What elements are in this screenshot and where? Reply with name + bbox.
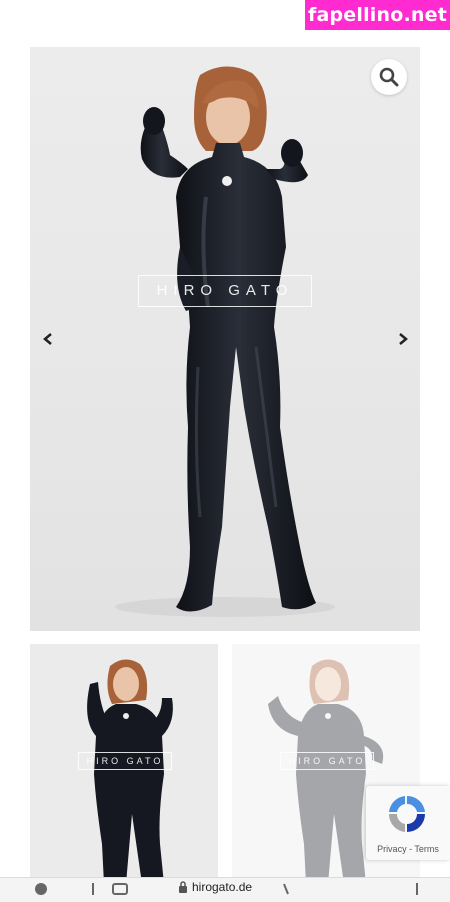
recaptcha-links: Privacy - Terms xyxy=(366,844,450,854)
url-field[interactable]: hirogato.de xyxy=(178,880,252,894)
page: fapellino.net HIRO GATO HIRO GATO HIRO G… xyxy=(0,0,450,902)
chevron-left-icon xyxy=(43,333,52,345)
url-text: hirogato.de xyxy=(192,880,253,894)
more-icon xyxy=(416,883,418,895)
next-image-button[interactable] xyxy=(394,330,412,348)
browser-address-bar[interactable]: hirogato.de xyxy=(0,877,450,902)
lock-icon xyxy=(179,881,187,893)
tab-switcher-icon xyxy=(35,883,47,895)
zoom-button[interactable] xyxy=(371,59,407,95)
menu-icon xyxy=(92,883,94,895)
search-icon xyxy=(379,67,399,87)
recaptcha-icon xyxy=(388,795,425,832)
share-icon xyxy=(283,883,289,895)
privacy-link[interactable]: Privacy xyxy=(377,844,407,854)
chevron-right-icon xyxy=(399,333,408,345)
product-photo xyxy=(115,66,335,617)
prev-image-button[interactable] xyxy=(39,330,57,348)
thumbnail-1[interactable]: HIRO GATO xyxy=(30,644,218,884)
tabs-icon xyxy=(112,883,128,895)
watermark: fapellino.net xyxy=(305,0,450,30)
thumbnail-brand: HIRO GATO xyxy=(78,752,172,770)
product-gallery[interactable]: HIRO GATO xyxy=(30,47,420,631)
thumbnail-brand: HIRO GATO xyxy=(280,752,374,770)
terms-link[interactable]: Terms xyxy=(414,844,439,854)
recaptcha-badge[interactable]: Privacy - Terms xyxy=(366,786,450,860)
brand-watermark: HIRO GATO xyxy=(138,275,312,307)
